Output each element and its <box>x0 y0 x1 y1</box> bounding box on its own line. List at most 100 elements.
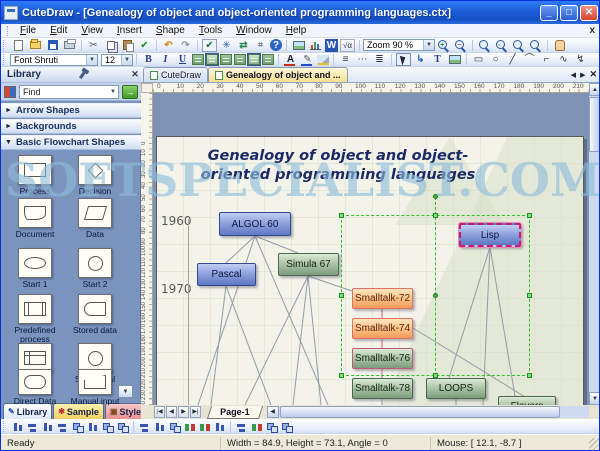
menu-tools[interactable]: Tools <box>192 25 229 36</box>
tab-close-icon[interactable]: ✕ <box>589 69 597 80</box>
crop-icon[interactable]: ⌗ <box>253 39 268 52</box>
align-tool-icon[interactable] <box>86 421 99 432</box>
selection-handle[interactable] <box>433 213 438 218</box>
align-tool-icon[interactable] <box>138 421 151 432</box>
new-icon[interactable] <box>11 39 26 52</box>
font-combo[interactable]: Font Shruti ▼ <box>10 54 98 66</box>
line-tool-icon[interactable]: ╱ <box>505 53 520 66</box>
text-tool-icon[interactable]: T <box>430 53 445 66</box>
align-tool-icon[interactable] <box>198 421 211 432</box>
scroll-up-icon[interactable]: ▲ <box>589 83 600 96</box>
shape-stored-data[interactable]: Stored data <box>67 294 123 335</box>
shape-start1[interactable]: Start 1 <box>7 248 63 289</box>
zoom-width-icon[interactable] <box>511 39 526 52</box>
word-export-icon[interactable]: W <box>325 39 338 52</box>
pan-hand-icon[interactable] <box>552 39 567 52</box>
help-icon[interactable]: ? <box>270 39 282 51</box>
redo-icon[interactable]: ↷ <box>178 39 193 52</box>
find-combo[interactable]: Find ▼ <box>19 85 119 99</box>
selection-handle[interactable] <box>339 373 344 378</box>
shape-decision[interactable]: Decision <box>67 155 123 196</box>
copy-icon[interactable] <box>103 39 118 52</box>
connector-tool-icon[interactable]: ↳ <box>413 53 428 66</box>
spellcheck-icon[interactable]: ✔ <box>137 39 152 52</box>
doc-tab-cutedraw[interactable]: CuteDraw <box>143 67 208 82</box>
valign-top-icon[interactable] <box>234 54 246 65</box>
zoom-in-icon[interactable]: + <box>436 39 451 52</box>
align-tool-icon[interactable] <box>280 421 293 432</box>
node-algol60[interactable]: ALGOL 60 <box>219 212 291 236</box>
align-tool-icon[interactable] <box>11 421 24 432</box>
selection-handle[interactable] <box>339 293 344 298</box>
rotation-handle[interactable] <box>433 194 438 199</box>
section-backgrounds[interactable]: ► Backgrounds <box>1 119 141 134</box>
align-tool-icon[interactable] <box>116 421 129 432</box>
next-page-icon[interactable]: ▶ <box>178 406 189 418</box>
print-icon[interactable] <box>62 39 77 52</box>
align-tool-icon[interactable] <box>213 421 226 432</box>
align-tool-icon[interactable] <box>26 421 39 432</box>
shape-start2[interactable]: Start 2 <box>67 248 123 289</box>
doc-tab-genealogy[interactable]: Genealogy of object and ... <box>208 67 348 82</box>
menu-window[interactable]: Window <box>229 25 279 36</box>
zoom-out-icon[interactable]: − <box>453 39 468 52</box>
rectangle-tool-icon[interactable]: ▭ <box>471 53 486 66</box>
swap-icon[interactable]: ⇄ <box>236 39 251 52</box>
node-smalltalk78[interactable]: Smalltalk-78 <box>352 378 413 399</box>
curve-tool-icon[interactable]: ∿ <box>556 53 571 66</box>
selection-handle[interactable] <box>527 373 532 378</box>
maximize-button[interactable]: □ <box>560 5 578 21</box>
shape-predefined-process[interactable]: Predefined process <box>7 294 63 344</box>
chevron-down-icon[interactable]: ▼ <box>86 55 97 65</box>
resize-grip[interactable] <box>589 438 600 450</box>
shape-document[interactable]: Document <box>7 198 63 239</box>
zoom-combo[interactable]: Zoom 90 % ▼ <box>363 39 435 51</box>
export-image-icon[interactable] <box>291 39 306 52</box>
paste-icon[interactable] <box>120 39 135 52</box>
zoom-page-icon[interactable]: ◦ <box>494 39 509 52</box>
font-color-icon[interactable]: A <box>283 53 298 66</box>
node-pascal[interactable]: Pascal <box>197 263 256 286</box>
selection-handle[interactable] <box>433 373 438 378</box>
menu-edit[interactable]: Edit <box>43 25 74 36</box>
vertical-scrollbar[interactable]: ▲ ▼ <box>589 83 600 405</box>
section-basic-flowchart[interactable]: ▼ Basic Flowchart Shapes <box>1 135 141 150</box>
insert-picture-icon[interactable] <box>447 53 462 66</box>
bold-icon[interactable]: B <box>141 53 156 66</box>
align-right-icon[interactable] <box>220 54 232 65</box>
save-icon[interactable] <box>45 39 60 52</box>
node-loops[interactable]: LOOPS <box>426 378 486 399</box>
ellipse-tool-icon[interactable]: ○ <box>488 53 503 66</box>
cut-icon[interactable]: ✂ <box>86 39 101 52</box>
chart-icon[interactable] <box>308 39 323 52</box>
align-tool-icon[interactable] <box>41 421 54 432</box>
shape-process[interactable]: Process <box>7 155 63 196</box>
minimize-button[interactable]: _ <box>540 5 558 21</box>
selection-handle[interactable] <box>527 293 532 298</box>
vertical-scroll-thumb[interactable] <box>589 97 600 152</box>
fill-color-icon[interactable] <box>317 55 329 65</box>
shape-manual-input[interactable]: Manual input <box>67 369 123 406</box>
chevron-down-icon[interactable]: ▼ <box>110 89 118 95</box>
arc-tool-icon[interactable]: ⌒ <box>522 53 537 66</box>
arrow-style-icon[interactable]: ≣ <box>372 53 387 66</box>
align-center-icon[interactable] <box>206 54 218 65</box>
menu-help[interactable]: Help <box>279 25 314 36</box>
open-icon[interactable] <box>28 39 43 52</box>
align-left-icon[interactable] <box>192 54 204 65</box>
find-go-button[interactable]: → <box>122 85 138 99</box>
zoom-selection-icon[interactable] <box>528 39 543 52</box>
shape-data[interactable]: Data <box>67 198 123 239</box>
chevron-down-icon[interactable]: ▼ <box>423 40 434 50</box>
selection-handle[interactable] <box>339 213 344 218</box>
line-style-icon[interactable]: ⋯ <box>355 53 370 66</box>
section-arrow-shapes[interactable]: ► Arrow Shapes <box>1 103 141 118</box>
panel-close-icon[interactable]: ✕ <box>129 69 141 80</box>
tab-scroll-right-icon[interactable]: ▶ <box>580 71 585 79</box>
menu-view[interactable]: View <box>74 25 110 36</box>
align-tool-icon[interactable] <box>265 421 278 432</box>
menubar-close-icon[interactable]: x <box>589 25 595 36</box>
horizontal-scroll-thumb[interactable] <box>280 406 560 418</box>
close-button[interactable]: ✕ <box>580 5 598 21</box>
last-page-icon[interactable]: ▶| <box>190 406 201 418</box>
